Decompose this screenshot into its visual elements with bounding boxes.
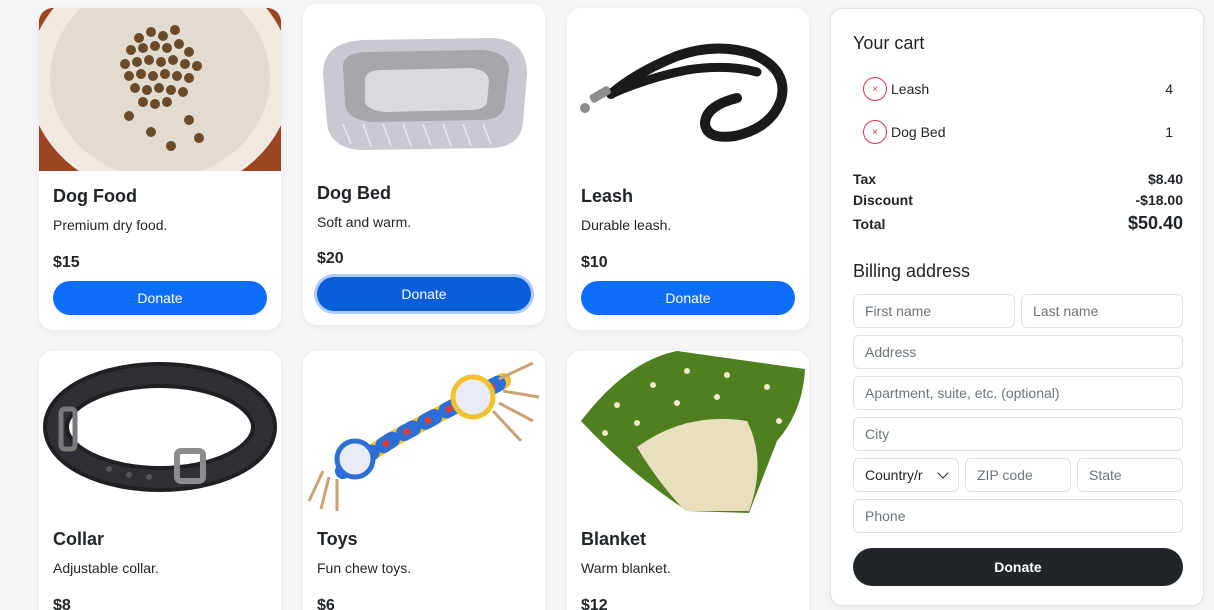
product-name: Blanket	[581, 529, 647, 549]
donate-submit-button[interactable]: Donate	[853, 548, 1183, 586]
donate-button[interactable]: Donate	[317, 277, 531, 311]
product-price: $6	[317, 597, 335, 610]
cart-item-quantity: 1	[1165, 124, 1173, 140]
cart-item-quantity: 4	[1165, 81, 1173, 97]
total-value: $50.40	[1127, 213, 1183, 233]
tax-value: $8.40	[1147, 171, 1183, 187]
apartment-field[interactable]	[853, 376, 1183, 410]
product-price: $15	[53, 254, 80, 271]
product-card-collar: Collar Adjustable collar. $8	[39, 351, 281, 610]
product-card-dog-food: Dog Food Premium dry food. $15 Donate	[39, 8, 281, 330]
discount-row: Discount -$18.00	[853, 192, 1183, 208]
discount-label: Discount	[853, 192, 913, 208]
dog-food-bowl-image	[39, 8, 281, 171]
rope-toy-image	[303, 351, 545, 514]
product-name: Collar	[53, 529, 105, 549]
cart-panel: Your cart × Leash 4 × Dog Bed 1 Tax $8.4…	[830, 8, 1204, 606]
first-name-field[interactable]	[853, 294, 1015, 328]
total-label: Total	[853, 216, 886, 232]
country-select-value: Country/r	[865, 467, 923, 483]
cart-item-name: Leash	[891, 81, 930, 97]
cart-item: × Dog Bed 1	[863, 119, 1173, 145]
billing-title: Billing address	[853, 261, 971, 281]
state-field[interactable]	[1077, 458, 1183, 492]
remove-item-icon[interactable]: ×	[863, 77, 887, 101]
product-description: Soft and warm.	[317, 214, 412, 230]
cart-item: × Leash 4	[863, 76, 1173, 102]
product-name: Dog Bed	[317, 183, 391, 203]
donate-button[interactable]: Donate	[53, 281, 267, 315]
product-card-toys: Toys Fun chew toys. $6	[303, 351, 545, 610]
tax-label: Tax	[853, 171, 877, 187]
chevron-down-icon	[937, 467, 949, 479]
country-select[interactable]: Country/r	[853, 458, 959, 492]
remove-item-icon[interactable]: ×	[863, 120, 887, 144]
product-name: Dog Food	[53, 186, 137, 206]
cart-title: Your cart	[853, 33, 925, 53]
cart-item-name: Dog Bed	[891, 124, 946, 140]
product-price: $12	[581, 597, 608, 610]
blanket-image	[567, 351, 809, 514]
total-row: Total $50.40	[853, 213, 1183, 234]
zip-code-field[interactable]	[965, 458, 1071, 492]
product-description: Fun chew toys.	[317, 560, 412, 576]
product-price: $8	[53, 597, 71, 610]
product-card-dog-bed: Dog Bed Soft and warm. $20 Donate	[303, 4, 545, 325]
product-card-leash: Leash Durable leash. $10 Donate	[567, 8, 809, 330]
phone-field[interactable]	[853, 499, 1183, 533]
product-description: Adjustable collar.	[53, 560, 159, 576]
dog-bed-image	[303, 4, 545, 167]
product-name: Toys	[317, 529, 358, 549]
product-name: Leash	[581, 186, 634, 206]
product-description: Warm blanket.	[581, 560, 671, 576]
last-name-field[interactable]	[1021, 294, 1183, 328]
discount-value: -$18.00	[1135, 192, 1183, 208]
product-description: Durable leash.	[581, 217, 672, 233]
donate-button[interactable]: Donate	[581, 281, 795, 315]
product-price: $10	[581, 254, 608, 271]
product-price: $20	[317, 250, 344, 267]
city-field[interactable]	[853, 417, 1183, 451]
product-card-blanket: Blanket Warm blanket. $12	[567, 351, 809, 610]
leash-image	[567, 8, 809, 171]
product-description: Premium dry food.	[53, 217, 168, 233]
collar-image	[39, 351, 281, 514]
tax-row: Tax $8.40	[853, 171, 1183, 187]
address-field[interactable]	[853, 335, 1183, 369]
